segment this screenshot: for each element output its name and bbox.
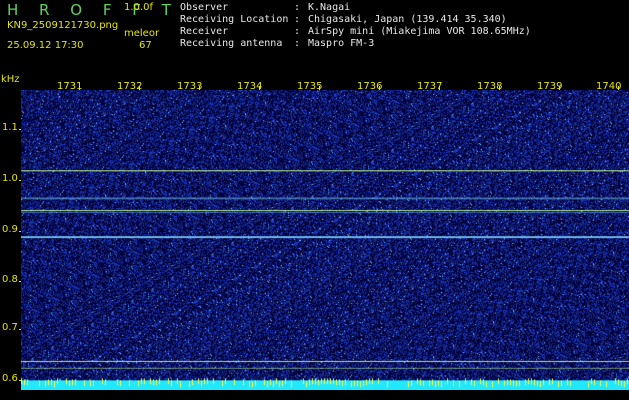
app-title: H R O F F T xyxy=(7,1,179,19)
meta-row-observer: Observer: K.Nagai xyxy=(180,2,531,14)
meta-key: Receiving antenna xyxy=(180,38,283,49)
meta-key: Receiving Location xyxy=(180,14,289,25)
meta-row-antenna: Receiving antenna: Maspro FM-3 xyxy=(180,38,531,50)
meta-colon: : xyxy=(294,2,301,13)
meta-colon: : xyxy=(294,14,301,25)
freq-tick-label: 0.7 xyxy=(2,322,18,333)
meta-row-receiver: Receiver: AirSpy mini (Miakejima VOR 108.… xyxy=(180,26,531,38)
freq-tick-label: 0.9 xyxy=(2,224,18,235)
meta-value: Chigasaki, Japan (139.414 35.340) xyxy=(308,14,507,25)
freq-tick-label: 0.8 xyxy=(2,274,18,285)
freq-tick-label: 1.1 xyxy=(2,122,18,133)
app-version: 1.0.0f xyxy=(124,2,153,13)
count: 67 xyxy=(139,40,152,51)
freq-tick-label: 0.6 xyxy=(2,373,18,384)
header: H R O F F T 1.0.0f KN9_2509121730.png me… xyxy=(0,0,629,76)
source-label: meleor xyxy=(124,28,160,39)
meta-key: Observer xyxy=(180,2,229,13)
meta-value: K.Nagai xyxy=(308,2,351,13)
metadata-block: Observer: K.Nagai Receiving Location: Chig… xyxy=(180,2,531,50)
frequency-unit-label: kHz xyxy=(1,74,20,85)
meta-value: Maspro FM-3 xyxy=(308,38,375,49)
filename: KN9_2509121730.png xyxy=(7,20,119,31)
meta-colon: : xyxy=(294,26,301,37)
datetime: 25.09.12 17:30 xyxy=(7,40,84,51)
meta-row-location: Receiving Location: Chigasaki, Japan (139… xyxy=(180,14,531,26)
meta-colon: : xyxy=(294,38,301,49)
meta-value: AirSpy mini (Miakejima VOR 108.65MHz) xyxy=(308,26,531,37)
freq-tick-label: 1.0 xyxy=(2,173,18,184)
meta-key: Receiver xyxy=(180,26,229,37)
spectrogram-canvas xyxy=(21,90,629,390)
